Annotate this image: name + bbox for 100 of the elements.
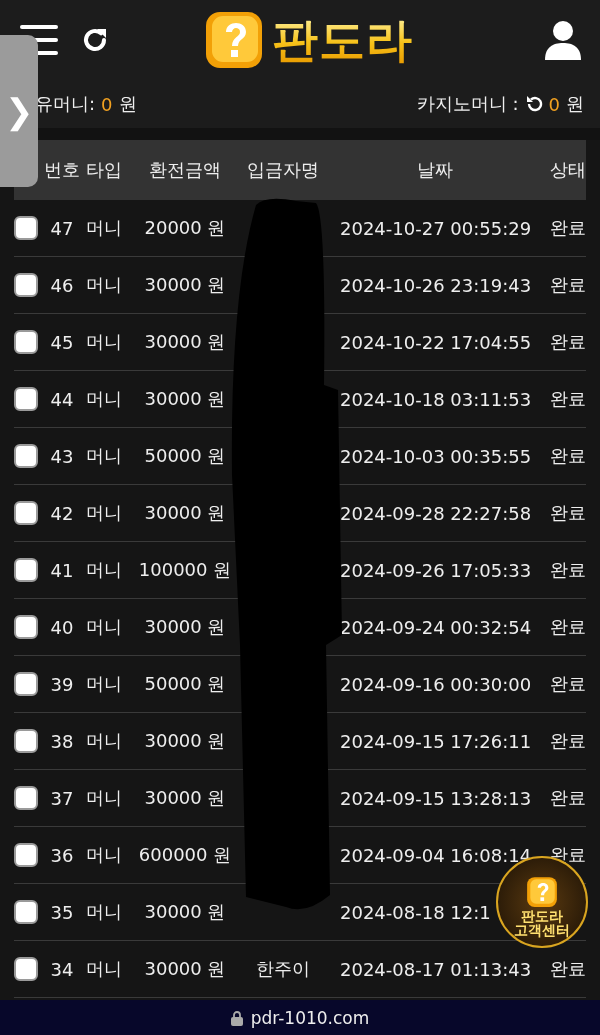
column-header: 상태	[550, 158, 586, 182]
balance-label: 유머니:	[35, 92, 96, 116]
checkbox[interactable]	[14, 900, 38, 924]
table-cell: 완료	[550, 273, 586, 297]
checkbox[interactable]	[14, 216, 38, 240]
url-text: pdr-1010.com	[250, 1007, 370, 1028]
table-cell: 2024-10-03 00:35:55	[340, 445, 532, 467]
table-cell: 35	[50, 901, 74, 923]
table-cell: 20000 원	[144, 216, 226, 240]
table-cell: 머니	[86, 273, 122, 297]
checkbox[interactable]	[14, 330, 38, 354]
table-cell: 한주이	[256, 957, 310, 981]
table-cell: 머니	[86, 330, 122, 354]
table-cell: 2024-09-26 17:05:33	[340, 559, 532, 581]
checkbox[interactable]	[14, 786, 38, 810]
table-cell: 30000 원	[144, 387, 226, 411]
table-cell: 머니	[86, 558, 122, 582]
table-cell: 30000 원	[144, 786, 226, 810]
table-cell: 30000 원	[144, 900, 226, 924]
table-cell: 2024-08-17 01:13:43	[340, 958, 532, 980]
checkbox[interactable]	[14, 615, 38, 639]
table-cell: 2024-10-18 03:11:53	[340, 388, 532, 410]
table-cell: 42	[50, 502, 74, 524]
table-cell: 완료	[550, 444, 586, 468]
table-cell: 머니	[86, 615, 122, 639]
table-cell: 39	[50, 673, 74, 695]
table-cell: 머니	[86, 216, 122, 240]
table-cell: 머니	[86, 843, 122, 867]
table-cell: 2024-08-18 12:1	[340, 901, 491, 923]
table-cell: 머니	[86, 729, 122, 753]
checkbox[interactable]	[14, 273, 38, 297]
checkbox[interactable]	[14, 501, 38, 525]
table-cell: 2024-10-22 17:04:55	[340, 331, 532, 353]
table-cell: 41	[50, 559, 74, 581]
table-cell: 2024-10-27 00:55:29	[340, 217, 532, 239]
table-cell: 43	[50, 445, 74, 467]
table-cell: 45	[50, 331, 74, 353]
currency-unit: 원	[118, 92, 137, 116]
table-cell: 완료	[550, 330, 586, 354]
refresh-icon[interactable]	[524, 95, 543, 113]
table-cell: 36	[50, 844, 74, 866]
table-cell: 완료	[550, 672, 586, 696]
table-cell: 머니	[86, 387, 122, 411]
table-cell: 2024-09-16 00:30:00	[340, 673, 532, 695]
badge-text: 판도라	[521, 908, 563, 924]
table-cell: 머니	[86, 444, 122, 468]
table-cell: 머니	[86, 786, 122, 810]
checkbox[interactable]	[14, 843, 38, 867]
table-cell: 머니	[86, 501, 122, 525]
table-cell: 완료	[550, 729, 586, 753]
table-cell: 완료	[550, 216, 586, 240]
question-cube-icon	[525, 874, 559, 909]
table-cell: 완료	[550, 957, 586, 981]
lock-icon	[230, 1009, 243, 1026]
table-cell: 38	[50, 730, 74, 752]
table-cell: 30000 원	[144, 501, 226, 525]
table-cell: 완료	[550, 615, 586, 639]
checkbox[interactable]	[14, 387, 38, 411]
table-cell: 머니	[86, 957, 122, 981]
column-header: 타입	[86, 158, 122, 182]
column-header: 환전금액	[149, 158, 221, 182]
checkbox[interactable]	[14, 672, 38, 696]
table-cell: 완료	[550, 387, 586, 411]
column-header: 입금자명	[247, 158, 319, 182]
table-cell: 600000 원	[138, 843, 232, 867]
table-cell: 44	[50, 388, 74, 410]
checkbox[interactable]	[14, 444, 38, 468]
checkbox[interactable]	[14, 957, 38, 981]
checkbox[interactable]	[14, 729, 38, 753]
table-cell: 30000 원	[144, 330, 226, 354]
table-cell: 2024-09-24 00:32:54	[340, 616, 532, 638]
balance-value: 0	[101, 93, 113, 115]
table-cell: 완료	[550, 501, 586, 525]
table-cell: 2024-10-26 23:19:43	[340, 274, 532, 296]
balance-label: 카지노머니 :	[416, 92, 519, 116]
table-cell: 34	[50, 958, 74, 980]
table-cell: 2024-09-15 17:26:11	[340, 730, 532, 752]
table-cell: 100000 원	[138, 558, 232, 582]
table-cell: 50000 원	[144, 444, 226, 468]
table-cell: 머니	[86, 900, 122, 924]
column-header: 번호	[44, 158, 80, 182]
table-cell: 30000 원	[144, 273, 226, 297]
table-cell: 2024-09-28 22:27:58	[340, 502, 532, 524]
currency-unit: 원	[566, 92, 584, 116]
table-cell: 50000 원	[144, 672, 226, 696]
balance-value: 0	[548, 93, 560, 115]
table-cell: 30000 원	[144, 957, 226, 981]
column-header: 날짜	[417, 158, 453, 182]
table-cell: 40	[50, 616, 74, 638]
table-cell: 37	[50, 787, 74, 809]
table-cell: 2024-09-15 13:28:13	[340, 787, 532, 809]
user-icon[interactable]	[544, 20, 582, 60]
badge-text: 고객센터	[514, 923, 570, 938]
table-cell: 30000 원	[144, 729, 226, 753]
table-cell: 완료	[550, 558, 586, 582]
checkbox[interactable]	[14, 558, 38, 582]
table-cell: 머니	[86, 672, 122, 696]
table-cell: 46	[50, 274, 74, 296]
table-cell: 30000 원	[144, 615, 226, 639]
table-cell: 완료	[550, 786, 586, 810]
